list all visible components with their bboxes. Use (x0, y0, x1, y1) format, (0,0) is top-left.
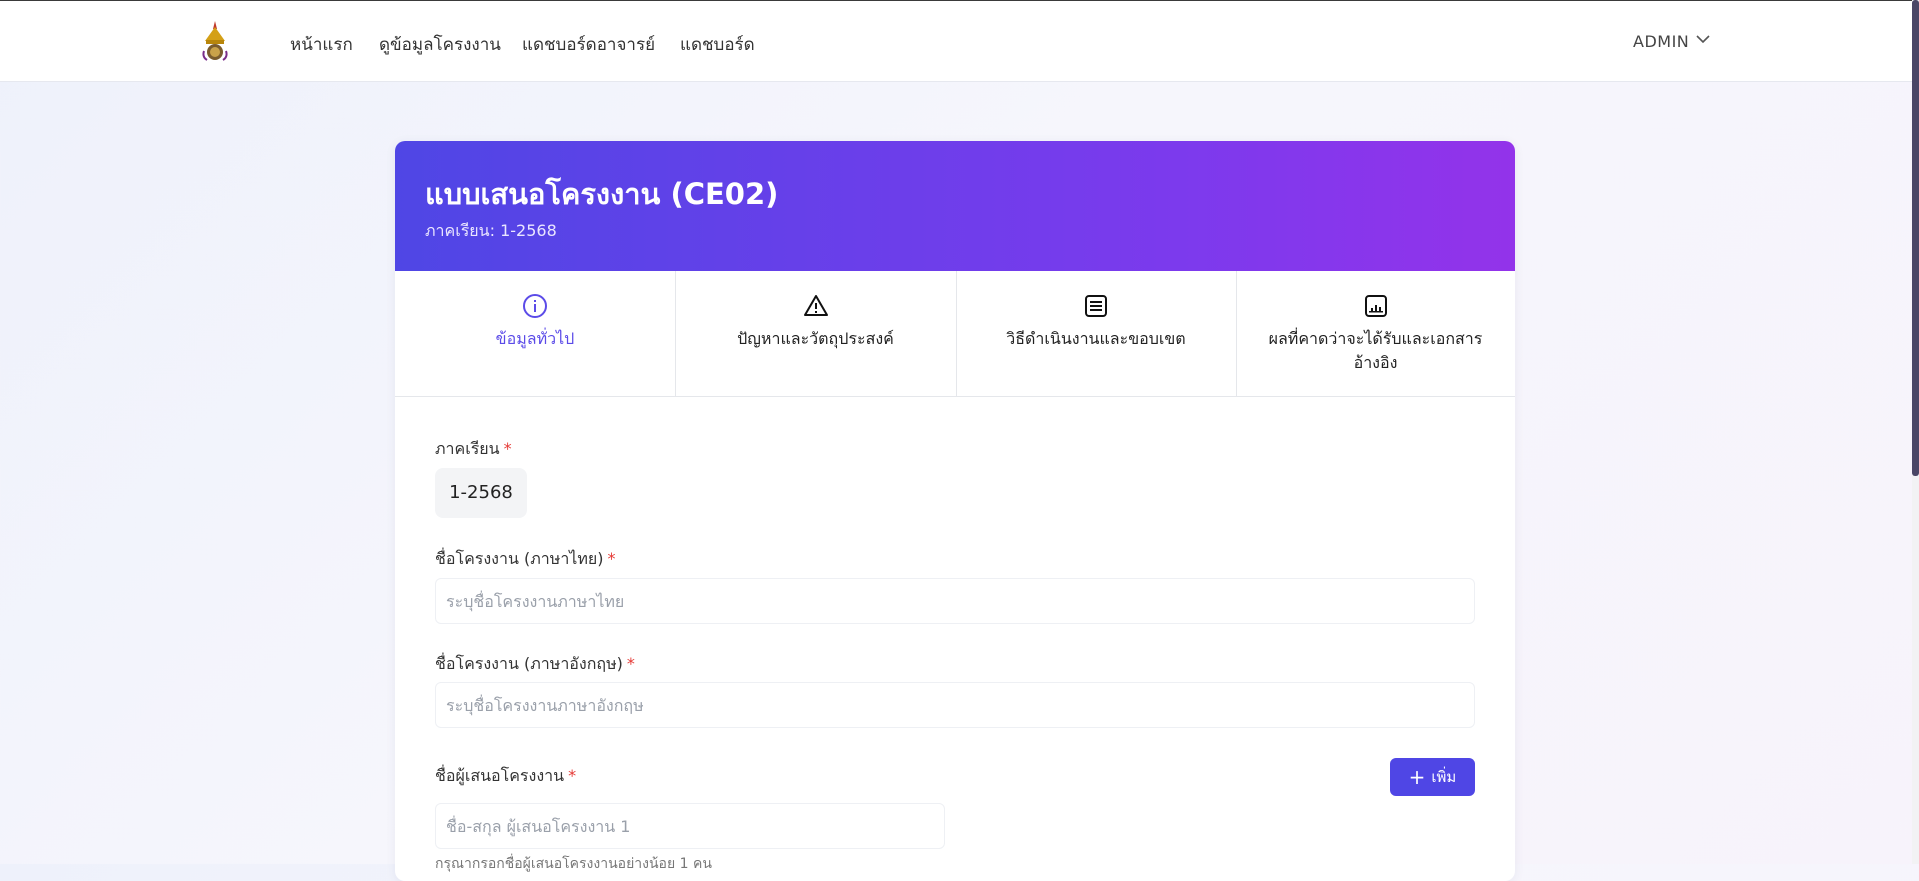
nav-teacher-dashboard[interactable]: แดชบอร์ดอาจารย์ (522, 31, 655, 58)
document-icon (1085, 295, 1107, 317)
thai-name-input[interactable] (435, 578, 1475, 624)
required-mark: * (626, 654, 635, 673)
page-title: แบบเสนอโครงงาน (CE02) (425, 177, 779, 211)
nav-home[interactable]: หน้าแรก (290, 31, 353, 58)
university-logo[interactable] (201, 21, 229, 61)
english-name-label: ชื่อโครงงาน (ภาษาอังกฤษ) * (435, 654, 635, 673)
nav-view-projects[interactable]: ดูข้อมูลโครงงาน (379, 31, 501, 58)
scrollbar-thumb[interactable] (1912, 0, 1919, 476)
proposer-label: ชื่อผู้เสนอโครงงาน * (435, 766, 577, 785)
navbar: หน้าแรก ดูข้อมูลโครงงาน แดชบอร์ดอาจารย์ … (0, 1, 1912, 82)
chevron-down-icon[interactable] (1695, 34, 1711, 44)
required-mark: * (503, 439, 512, 458)
form-header: แบบเสนอโครงงาน (CE02) ภาคเรียน: 1-2568 (395, 141, 1515, 271)
required-mark: * (568, 766, 577, 785)
semester-label: ภาคเรียน * (435, 439, 512, 458)
required-mark: * (607, 549, 616, 568)
nav-dashboard[interactable]: แดชบอร์ด (680, 31, 755, 58)
proposer-helper-text: กรุณากรอกชื่อผู้เสนอโครงงานอย่างน้อย 1 ค… (435, 856, 712, 872)
plus-icon: + (1408, 765, 1426, 789)
add-proposer-button[interactable]: + เพิ่ม (1390, 758, 1475, 796)
chart-icon (1364, 295, 1387, 317)
proposer-name-input[interactable] (435, 803, 945, 849)
proposal-form-card: แบบเสนอโครงงาน (CE02) ภาคเรียน: 1-2568 ข… (395, 141, 1515, 881)
tab-methods-scope[interactable]: วิธีดำเนินงานและขอบเขต (956, 271, 1237, 396)
english-name-input[interactable] (435, 682, 1475, 728)
add-button-label: เพิ่ม (1431, 768, 1457, 786)
semester-value: 1-2568 (435, 468, 527, 518)
semester-subtitle: ภาคเรียน: 1-2568 (425, 221, 557, 240)
warning-icon (803, 295, 828, 316)
tab-results-references[interactable]: ผลที่คาดว่าจะได้รับและเอกสารอ้างอิง (1236, 271, 1515, 396)
tab-label: วิธีดำเนินงานและขอบเขต (1006, 329, 1186, 348)
user-menu[interactable]: ADMIN (1633, 32, 1689, 51)
tab-general-info[interactable]: ข้อมูลทั่วไป (395, 271, 676, 396)
tab-label: ผลที่คาดว่าจะได้รับและเอกสารอ้างอิง (1268, 329, 1483, 372)
info-icon (523, 294, 547, 318)
form-tabs: ข้อมูลทั่วไป ปัญหาและวัตถุประสงค์ วิธีดำ… (395, 271, 1515, 397)
tab-problems-objectives[interactable]: ปัญหาและวัตถุประสงค์ (675, 271, 957, 396)
tab-label: ปัญหาและวัตถุประสงค์ (737, 329, 894, 348)
thai-name-label: ชื่อโครงงาน (ภาษาไทย) * (435, 549, 616, 568)
tab-label: ข้อมูลทั่วไป (495, 329, 575, 348)
